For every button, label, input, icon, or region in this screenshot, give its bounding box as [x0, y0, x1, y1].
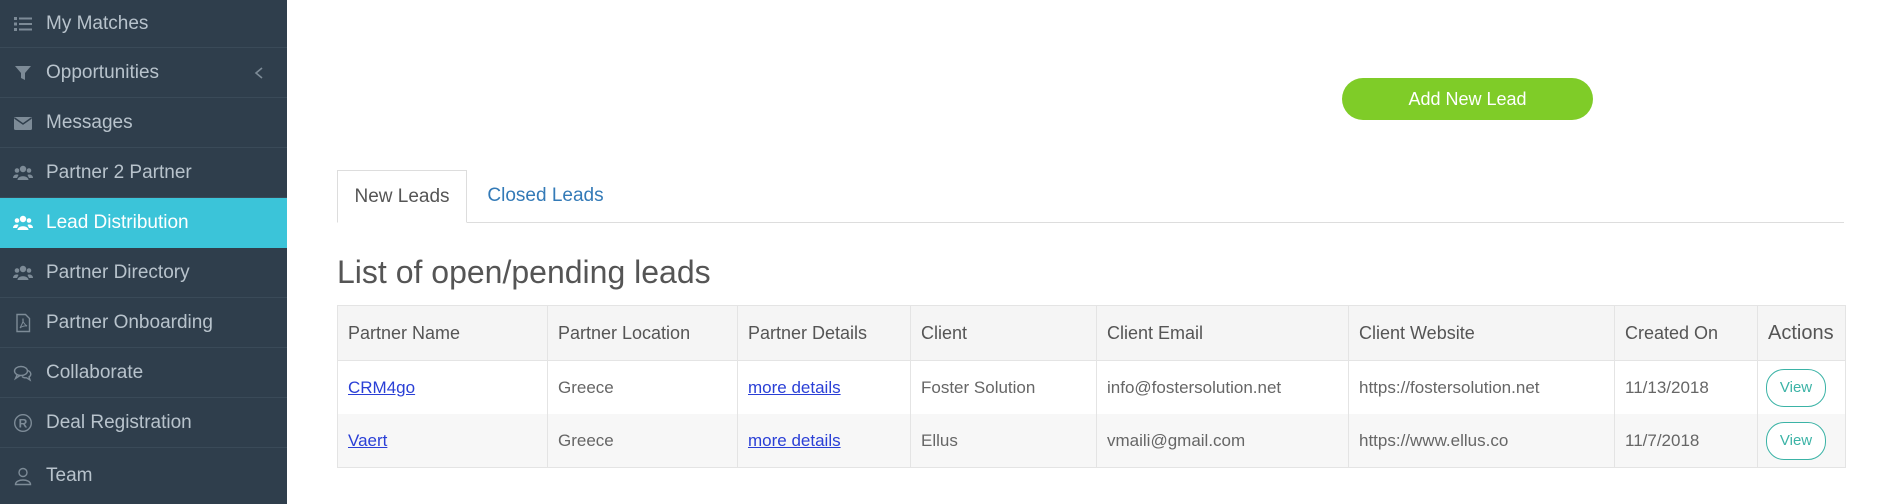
sidebar-item-label: Partner Directory: [46, 261, 190, 283]
sidebar-item-label: Lead Distribution: [46, 211, 189, 233]
view-button[interactable]: View: [1766, 368, 1826, 407]
column-header-client-email[interactable]: Client Email: [1096, 305, 1349, 361]
column-header-created-on[interactable]: Created On: [1614, 305, 1758, 361]
sidebar-item-partner-directory[interactable]: Partner Directory: [0, 248, 287, 298]
sidebar-item-opportunities[interactable]: Opportunities: [0, 48, 287, 98]
users-icon: [13, 263, 33, 283]
sidebar-item-collaborate[interactable]: Collaborate: [0, 348, 287, 398]
sidebar-item-partner-2-partner[interactable]: Partner 2 Partner: [0, 148, 287, 198]
client-website-cell: https://fostersolution.net: [1348, 360, 1615, 414]
envelope-icon: [13, 113, 33, 133]
partner-name-link[interactable]: Vaert: [348, 431, 387, 450]
user-icon: [13, 466, 33, 486]
sidebar-item-lead-distribution[interactable]: Lead Distribution: [0, 198, 287, 248]
list-icon: [13, 14, 33, 34]
sidebar: My Matches Opportunities Messages Partne…: [0, 0, 287, 504]
sidebar-item-label: My Matches: [46, 12, 149, 34]
users-icon: [13, 163, 33, 183]
sidebar-item-label: Messages: [46, 111, 133, 133]
sidebar-item-label: Partner 2 Partner: [46, 161, 192, 183]
column-header-actions: Actions: [1757, 305, 1846, 361]
more-details-link[interactable]: more details: [748, 378, 841, 397]
tab-new-leads[interactable]: New Leads: [337, 170, 467, 223]
sidebar-item-partner-onboarding[interactable]: Partner Onboarding: [0, 298, 287, 348]
client-cell: Foster Solution: [910, 360, 1097, 414]
client-cell: Ellus: [910, 414, 1097, 468]
lead-tabs: New Leads Closed Leads: [337, 170, 1844, 223]
filter-icon: [13, 63, 33, 83]
leads-table: Partner Name Partner Location Partner De…: [337, 305, 1846, 468]
sidebar-item-label: Opportunities: [46, 61, 160, 83]
sidebar-item-deal-registration[interactable]: R Deal Registration: [0, 398, 287, 448]
tab-closed-leads[interactable]: Closed Leads: [467, 170, 624, 222]
column-header-client[interactable]: Client: [910, 305, 1097, 361]
created-on-cell: 11/13/2018: [1614, 360, 1758, 414]
column-header-partner-location[interactable]: Partner Location: [547, 305, 738, 361]
add-new-lead-button[interactable]: Add New Lead: [1342, 78, 1593, 120]
partner-location-cell: Greece: [547, 414, 738, 468]
sidebar-item-label: Collaborate: [46, 361, 144, 383]
sidebar-item-label: Team: [46, 465, 93, 486]
table-row: Vaert Greece more details Ellus vmaili@g…: [337, 414, 1846, 468]
page-title: List of open/pending leads: [337, 254, 711, 290]
created-on-cell: 11/7/2018: [1614, 414, 1758, 468]
table-row: CRM4go Greece more details Foster Soluti…: [337, 360, 1846, 414]
file-pdf-icon: [13, 313, 33, 333]
users-icon: [13, 213, 33, 233]
sidebar-item-my-matches[interactable]: My Matches: [0, 0, 287, 48]
more-details-link[interactable]: more details: [748, 431, 841, 450]
comments-icon: [13, 363, 33, 383]
partner-location-cell: Greece: [547, 360, 738, 414]
partner-name-link[interactable]: CRM4go: [348, 378, 415, 397]
view-button[interactable]: View: [1766, 421, 1826, 460]
table-header-row: Partner Name Partner Location Partner De…: [337, 305, 1846, 361]
column-header-client-website[interactable]: Client Website: [1348, 305, 1615, 361]
client-website-cell: https://www.ellus.co: [1348, 414, 1615, 468]
sidebar-item-team[interactable]: Team: [0, 448, 287, 504]
chevron-left-icon[interactable]: [253, 66, 265, 80]
sidebar-item-messages[interactable]: Messages: [0, 98, 287, 148]
registered-icon: R: [13, 413, 33, 433]
svg-text:R: R: [19, 416, 28, 430]
client-email-cell: info@fostersolution.net: [1096, 360, 1349, 414]
column-header-partner-details[interactable]: Partner Details: [737, 305, 911, 361]
sidebar-item-label: Deal Registration: [46, 411, 192, 433]
column-header-partner-name[interactable]: Partner Name: [337, 305, 548, 361]
sidebar-item-label: Partner Onboarding: [46, 311, 213, 333]
client-email-cell: vmaili@gmail.com: [1096, 414, 1349, 468]
